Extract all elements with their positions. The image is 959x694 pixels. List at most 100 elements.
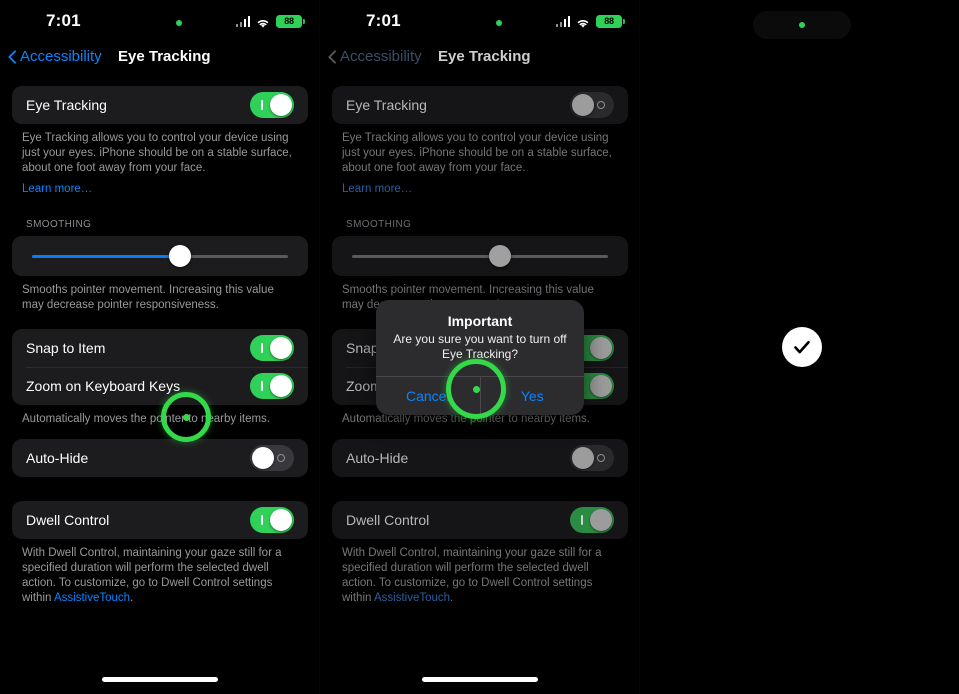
smoothing-slider-thumb[interactable] [169, 245, 192, 267]
zoom-on-keyboard-keys-toggle[interactable] [250, 373, 294, 399]
eye-tracking-toggle[interactable] [250, 92, 294, 118]
dwell-desc-part2: . [450, 592, 454, 604]
learn-more-link[interactable]: Learn more… [342, 182, 618, 197]
battery-icon: 88 [276, 15, 305, 28]
smoothing-slider-card [12, 236, 308, 276]
auto-hide-label: Auto-Hide [26, 450, 89, 466]
snap-to-item-label: Snap to Item [26, 340, 106, 356]
checkmark-badge [782, 327, 822, 367]
toggle-on-mark-icon [261, 100, 263, 110]
row-zoom-on-keyboard-keys[interactable]: Zoom on Keyboard Keys [12, 367, 308, 405]
auto-hide-toggle[interactable] [570, 445, 614, 471]
cellular-signal-icon [235, 16, 250, 27]
learn-more-link[interactable]: Learn more… [22, 182, 298, 197]
eye-tracking-description: Eye Tracking allows you to control your … [342, 132, 612, 174]
auto-hide-toggle[interactable] [250, 445, 294, 471]
toggle-knob [572, 94, 594, 116]
privacy-recording-dot-icon [799, 22, 805, 28]
dwell-control-toggle[interactable] [250, 507, 294, 533]
toggle-off-mark-icon [597, 101, 605, 109]
cellular-signal-icon [555, 16, 570, 27]
status-bar-indicators: 88 [555, 15, 625, 28]
dwell-control-label: Dwell Control [26, 512, 110, 528]
gaze-cursor-ring [446, 359, 506, 419]
toggle-on-mark-icon [261, 343, 263, 353]
row-snap-to-item[interactable]: Snap to Item [12, 329, 308, 367]
dynamic-island [753, 11, 851, 39]
battery-icon: 88 [596, 15, 625, 28]
toggle-knob [270, 337, 292, 359]
toggle-on-mark-icon [261, 381, 263, 391]
snap-card: Snap to Item Zoom on Keyboard Keys [12, 329, 308, 405]
eye-tracking-label: Eye Tracking [346, 97, 427, 113]
assistivetouch-link[interactable]: AssistiveTouch [374, 592, 450, 604]
panel-divider [639, 0, 640, 694]
auto-hide-label: Auto-Hide [346, 450, 409, 466]
navigation-bar: Accessibility Eye Tracking [0, 48, 320, 78]
dwell-control-label: Dwell Control [346, 512, 430, 528]
back-button[interactable]: Accessibility [328, 48, 422, 66]
smoothing-slider[interactable] [352, 245, 608, 267]
eye-tracking-card: Eye Tracking [12, 86, 308, 124]
alert-message: Are you sure you want to turn off Eye Tr… [393, 332, 567, 361]
snap-footnote: Automatically moves the pointer to nearb… [22, 413, 271, 425]
smoothing-slider-card [332, 236, 628, 276]
row-eye-tracking[interactable]: Eye Tracking [12, 86, 308, 124]
status-bar-time: 7:01 [46, 11, 81, 30]
eye-tracking-toggle[interactable] [570, 92, 614, 118]
smoothing-slider-thumb[interactable] [489, 245, 512, 267]
dwell-control-toggle[interactable] [570, 507, 614, 533]
toggle-knob [270, 509, 292, 531]
status-bar: 7:01 88 [320, 0, 640, 44]
privacy-recording-dot-icon [176, 20, 182, 26]
smoothing-slider-fill [32, 255, 181, 258]
smoothing-description: Smooths pointer movement. Increasing thi… [22, 284, 274, 311]
back-button[interactable]: Accessibility [8, 48, 102, 66]
toggle-knob [252, 447, 274, 469]
row-dwell-control[interactable]: Dwell Control [12, 501, 308, 539]
toggle-on-mark-icon [581, 515, 583, 525]
back-button-label: Accessibility [20, 48, 102, 65]
settings-content-left: Eye Tracking Eye Tracking allows you to … [0, 86, 320, 694]
toggle-knob [572, 447, 594, 469]
page-title: Eye Tracking [438, 48, 531, 65]
back-button-label: Accessibility [340, 48, 422, 65]
battery-percent-label: 88 [604, 16, 614, 26]
home-indicator[interactable] [422, 677, 538, 682]
battery-percent-label: 88 [284, 16, 294, 26]
auto-hide-card: Auto-Hide [12, 439, 308, 477]
toggle-knob [590, 509, 612, 531]
toggle-knob [590, 375, 612, 397]
auto-hide-card: Auto-Hide [332, 439, 628, 477]
phone-screen-middle: 7:01 88 Accessibility Eye Tracking Eye T… [320, 0, 640, 694]
smoothing-section-header: SMOOTHING [346, 219, 412, 230]
eye-tracking-description: Eye Tracking allows you to control your … [22, 132, 292, 174]
smoothing-slider-fill [352, 255, 500, 258]
status-bar: 7:01 88 [0, 0, 320, 44]
zoom-on-keyboard-keys-label: Zoom on Keyboard Keys [26, 378, 181, 394]
row-auto-hide[interactable]: Auto-Hide [12, 439, 308, 477]
row-auto-hide[interactable]: Auto-Hide [332, 439, 628, 477]
toggle-knob [270, 94, 292, 116]
smoothing-slider[interactable] [32, 245, 288, 267]
row-eye-tracking[interactable]: Eye Tracking [332, 86, 628, 124]
checkmark-icon [794, 340, 810, 354]
row-dwell-control[interactable]: Dwell Control [332, 501, 628, 539]
snap-to-item-toggle[interactable] [250, 335, 294, 361]
privacy-recording-dot-icon [496, 20, 502, 26]
screenshot-stage: 7:01 88 Accessibility Eye Tracking Eye T… [0, 0, 959, 694]
eye-tracking-label: Eye Tracking [26, 97, 107, 113]
smoothing-section-header: SMOOTHING [26, 219, 92, 230]
gaze-cursor-dot-icon [182, 413, 190, 421]
chevron-left-icon [328, 49, 337, 65]
alert-title: Important [447, 313, 513, 329]
toggle-knob [270, 375, 292, 397]
dwell-control-card: Dwell Control [332, 501, 628, 539]
dwell-control-description: With Dwell Control, maintaining your gaz… [22, 546, 298, 606]
assistivetouch-link[interactable]: AssistiveTouch [54, 592, 130, 604]
toggle-knob [590, 337, 612, 359]
gaze-cursor-dot-icon [472, 385, 480, 393]
dwell-control-description: With Dwell Control, maintaining your gaz… [342, 546, 618, 606]
toggle-off-mark-icon [277, 454, 285, 462]
home-indicator[interactable] [102, 677, 218, 682]
